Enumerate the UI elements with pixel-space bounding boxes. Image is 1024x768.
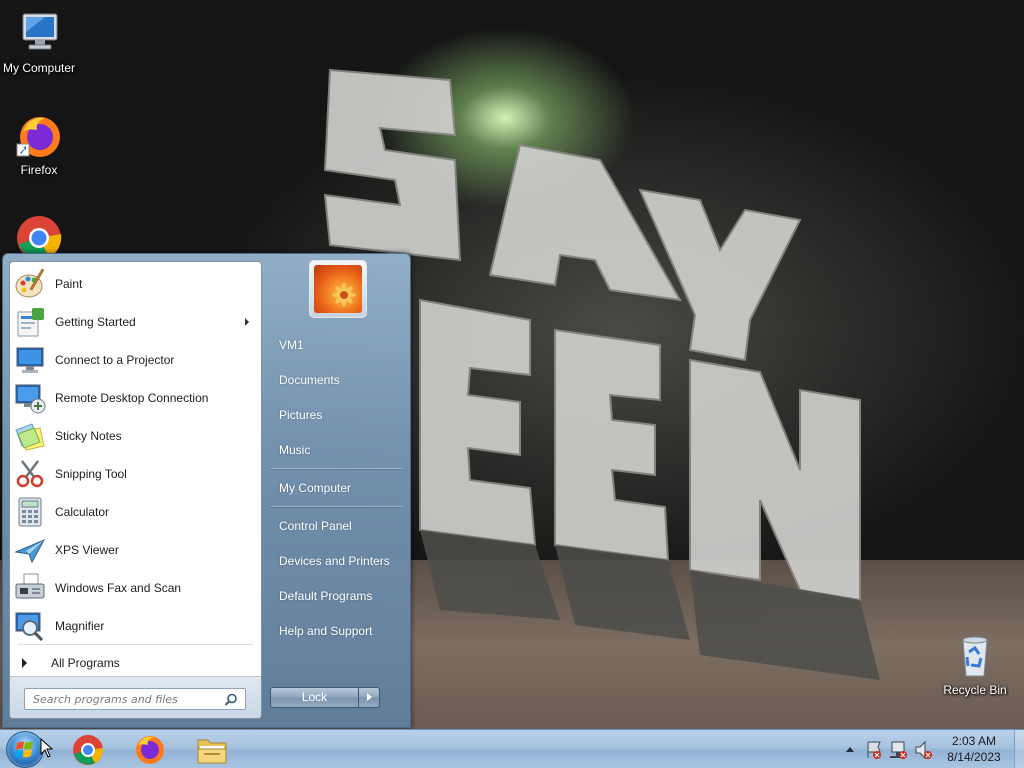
places-separator xyxy=(271,468,403,469)
place-user-folder[interactable]: VM1 xyxy=(269,330,403,360)
program-label: Sticky Notes xyxy=(55,429,122,443)
place-music[interactable]: Music xyxy=(269,435,403,465)
chrome-icon xyxy=(73,735,104,765)
start-menu: Paint Getting Started Connect to a Proje… xyxy=(2,253,411,728)
program-label: Windows Fax and Scan xyxy=(55,581,182,595)
places-separator xyxy=(271,506,403,507)
firefox-icon xyxy=(15,112,63,160)
action-center-flag-icon[interactable] xyxy=(867,741,881,759)
place-documents[interactable]: Documents xyxy=(269,365,403,395)
program-label: Calculator xyxy=(55,505,110,519)
snipping-tool-icon xyxy=(14,458,46,490)
place-default-programs[interactable]: Default Programs xyxy=(269,581,403,611)
programs-divider xyxy=(18,644,253,645)
show-desktop-button[interactable] xyxy=(1014,730,1024,768)
desktop-icon-firefox[interactable]: Firefox xyxy=(0,112,79,177)
program-item-remote-desktop[interactable]: Remote Desktop Connection xyxy=(10,379,261,417)
place-my-computer[interactable]: My Computer xyxy=(269,473,403,503)
clock-time: 2:03 AM xyxy=(951,734,997,748)
desktop-icon-my-computer[interactable]: My Computer xyxy=(0,10,79,75)
program-item-calculator[interactable]: Calculator xyxy=(10,493,261,531)
program-item-sticky-notes[interactable]: Sticky Notes xyxy=(10,417,261,455)
program-label: Remote Desktop Connection xyxy=(55,391,209,405)
xps-viewer-icon xyxy=(14,534,46,566)
all-programs-arrow-icon xyxy=(22,658,27,668)
remote-desktop-icon xyxy=(14,382,46,414)
fax-scan-icon xyxy=(14,572,46,604)
mouse-cursor-icon xyxy=(40,738,54,758)
program-label: XPS Viewer xyxy=(55,543,119,557)
program-label: Getting Started xyxy=(55,315,136,329)
start-button[interactable] xyxy=(6,731,44,768)
calculator-icon xyxy=(14,496,46,528)
my-computer-icon xyxy=(15,10,63,58)
program-item-getting-started[interactable]: Getting Started xyxy=(10,303,261,341)
show-hidden-icons-icon[interactable] xyxy=(846,747,854,752)
network-icon[interactable] xyxy=(890,741,907,759)
program-label: Paint xyxy=(55,277,83,291)
search-input[interactable] xyxy=(24,688,246,710)
program-item-xps-viewer[interactable]: XPS Viewer xyxy=(10,531,261,569)
sticky-notes-icon xyxy=(14,420,46,452)
start-menu-programs-pane: Paint Getting Started Connect to a Proje… xyxy=(9,261,262,719)
program-item-snipping-tool[interactable]: Snipping Tool xyxy=(10,455,261,493)
place-pictures[interactable]: Pictures xyxy=(269,400,403,430)
place-devices-printers[interactable]: Devices and Printers xyxy=(269,546,403,576)
magnifier-icon xyxy=(14,610,46,642)
explorer-taskbar-button[interactable] xyxy=(186,732,238,767)
shutdown-options-arrow-icon[interactable] xyxy=(358,687,380,708)
volume-muted-icon[interactable] xyxy=(915,740,932,760)
firefox-taskbar-button[interactable] xyxy=(124,732,176,767)
windows-logo-icon xyxy=(15,741,33,758)
submenu-arrow-icon[interactable] xyxy=(245,318,249,326)
chrome-taskbar-button[interactable] xyxy=(62,732,114,767)
program-label: Connect to a Projector xyxy=(55,353,175,367)
program-label: Snipping Tool xyxy=(55,467,127,481)
taskbar-clock[interactable]: 2:03 AM 8/14/2023 xyxy=(935,733,1013,765)
program-item-windows-fax-scan[interactable]: Windows Fax and Scan xyxy=(10,569,261,607)
firefox-icon xyxy=(136,736,164,764)
place-control-panel[interactable]: Control Panel xyxy=(269,511,403,541)
program-list: Paint Getting Started Connect to a Proje… xyxy=(10,265,261,645)
paint-icon xyxy=(14,268,46,300)
search-icon[interactable] xyxy=(224,693,240,707)
lock-button[interactable]: Lock xyxy=(270,687,359,708)
folder-icon xyxy=(197,739,227,764)
search-area xyxy=(10,676,261,718)
clock-date: 8/14/2023 xyxy=(947,750,1001,764)
program-item-paint[interactable]: Paint xyxy=(10,265,261,303)
projector-icon xyxy=(14,344,46,376)
program-item-magnifier[interactable]: Magnifier xyxy=(10,607,261,645)
getting-started-icon xyxy=(14,306,46,338)
taskbar: 2:03 AM 8/14/2023 xyxy=(0,729,1024,768)
recycle-bin-icon xyxy=(951,632,999,680)
desktop-icon-label: My Computer xyxy=(2,61,76,75)
program-label: Magnifier xyxy=(55,619,105,633)
user-picture[interactable] xyxy=(309,260,367,318)
desktop-icon-label: Recycle Bin xyxy=(943,683,1007,697)
place-help-support[interactable]: Help and Support xyxy=(269,616,403,646)
desktop-icon-label: Firefox xyxy=(20,163,58,177)
flower-avatar-icon xyxy=(314,265,362,313)
desktop-icon-recycle-bin[interactable]: Recycle Bin xyxy=(935,632,1015,697)
all-programs-label: All Programs xyxy=(51,656,120,670)
all-programs-button[interactable]: All Programs xyxy=(10,650,261,676)
program-item-connect-to-projector[interactable]: Connect to a Projector xyxy=(10,341,261,379)
start-menu-places-pane: VM1 Documents Pictures Music My Computer… xyxy=(265,254,411,729)
